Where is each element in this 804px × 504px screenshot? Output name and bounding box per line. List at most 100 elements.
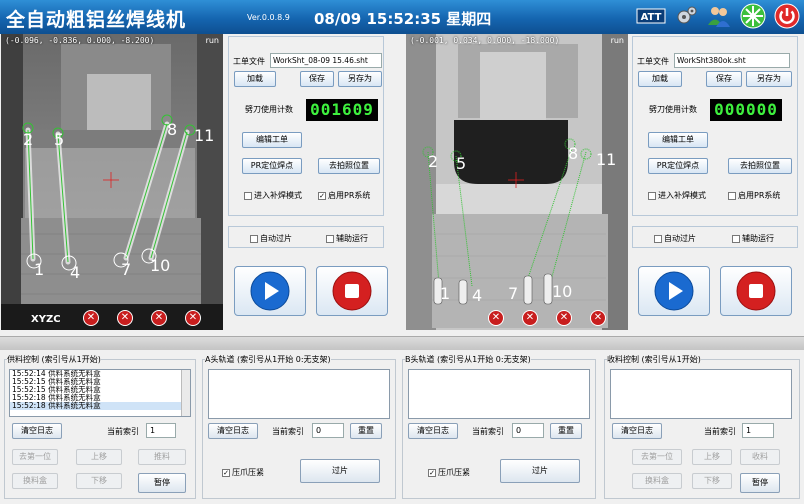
edit-order-button[interactable]: 编辑工单 xyxy=(242,132,302,148)
go-first-button[interactable]: 去第一位 xyxy=(632,449,682,465)
stop-icon xyxy=(332,271,372,311)
save-button[interactable]: 保存 xyxy=(706,71,742,87)
auto-pass-checkbox[interactable]: 自动过片 xyxy=(250,233,292,244)
load-button[interactable]: 加载 xyxy=(638,71,682,87)
push-button[interactable]: 推料 xyxy=(138,449,186,465)
checkbox-box[interactable]: ✓ xyxy=(318,191,326,200)
pause-button[interactable]: 暂停 xyxy=(740,473,780,493)
collect-button[interactable]: 收料 xyxy=(740,449,780,465)
counter-label: 劈刀使用计数 xyxy=(245,105,293,114)
save-as-button[interactable]: 另存为 xyxy=(746,71,792,87)
delete-point-button[interactable]: ✕ xyxy=(185,310,201,326)
auto-pass-checkbox[interactable]: 自动过片 xyxy=(654,233,696,244)
move-down-button[interactable]: 下移 xyxy=(76,473,122,489)
point-label: 10 xyxy=(552,282,573,301)
checkbox-box[interactable]: ✓ xyxy=(222,468,230,477)
checkbox-label: 启用PR系统 xyxy=(738,191,781,200)
delete-point-button[interactable]: ✕ xyxy=(556,310,572,326)
reset-button[interactable]: 重置 xyxy=(550,423,582,439)
checkbox-box[interactable] xyxy=(732,234,740,243)
tool-counter: 000000 xyxy=(710,99,782,121)
clamp-checkbox[interactable]: ✓ 压爪压紧 xyxy=(428,467,470,478)
clear-log-button[interactable]: 清空日志 xyxy=(612,423,662,439)
assist-run-checkbox[interactable]: 辅助运行 xyxy=(326,233,368,244)
goto-photo-button[interactable]: 去拍照位置 xyxy=(318,158,380,174)
pass-button[interactable]: 过片 xyxy=(300,459,380,483)
clear-log-button[interactable]: 清空日志 xyxy=(408,423,458,439)
repair-mode-checkbox[interactable]: 进入补焊模式 xyxy=(244,190,302,201)
index-input[interactable]: 0 xyxy=(312,423,344,438)
camera-view-right[interactable]: (-0.001, 0.034, 0.000, -18.000) run 2 5 … xyxy=(406,34,628,330)
reset-button[interactable]: 重置 xyxy=(350,423,382,439)
move-down-button[interactable]: 下移 xyxy=(692,473,732,489)
index-input[interactable]: 1 xyxy=(742,423,774,438)
delete-point-button[interactable]: ✕ xyxy=(151,310,167,326)
start-button[interactable] xyxy=(234,266,306,316)
users-icon[interactable] xyxy=(706,3,732,29)
delete-point-button[interactable]: ✕ xyxy=(522,310,538,326)
network-icon[interactable] xyxy=(740,3,766,29)
gears-icon[interactable] xyxy=(674,3,700,29)
delete-point-button[interactable]: ✕ xyxy=(488,310,504,326)
point-label: 2 xyxy=(428,152,439,171)
counter-label: 劈刀使用计数 xyxy=(649,105,697,114)
edit-order-button[interactable]: 编辑工单 xyxy=(648,132,708,148)
index-label: 当前索引 xyxy=(704,427,736,436)
checkbox-box[interactable] xyxy=(326,234,334,243)
pr-locate-button[interactable]: PR定位焊点 xyxy=(242,158,302,174)
log-scrollbar[interactable] xyxy=(181,370,190,416)
section-title: 收料控制 (索引号从1开始) xyxy=(607,354,701,365)
save-button[interactable]: 保存 xyxy=(300,71,334,87)
camera-image-left xyxy=(1,34,223,330)
delete-point-button[interactable]: ✕ xyxy=(117,310,133,326)
load-button[interactable]: 加载 xyxy=(234,71,276,87)
power-icon[interactable] xyxy=(774,3,800,29)
pr-locate-button[interactable]: PR定位焊点 xyxy=(648,158,708,174)
repair-mode-checkbox[interactable]: 进入补焊模式 xyxy=(648,190,706,201)
go-first-button[interactable]: 去第一位 xyxy=(12,449,58,465)
track-b-log-list[interactable] xyxy=(408,369,590,419)
change-box-button[interactable]: 换料盒 xyxy=(632,473,682,489)
move-up-button[interactable]: 上移 xyxy=(76,449,122,465)
goto-photo-button[interactable]: 去拍照位置 xyxy=(728,158,792,174)
stop-button[interactable] xyxy=(720,266,792,316)
checkbox-box[interactable] xyxy=(244,191,252,200)
checkbox-box[interactable] xyxy=(728,191,736,200)
save-as-button[interactable]: 另存为 xyxy=(338,71,382,87)
delete-point-button[interactable]: ✕ xyxy=(590,310,606,326)
stop-button[interactable] xyxy=(316,266,388,316)
track-a-log-list[interactable] xyxy=(208,369,390,419)
file-name-field[interactable]: WorkSht_08-09 15.46.sht xyxy=(270,53,382,68)
checkbox-label: 辅助运行 xyxy=(336,234,368,243)
checkbox-box[interactable] xyxy=(250,234,258,243)
version-label: Ver.0.0.8.9 xyxy=(247,13,290,22)
collect-log-list[interactable] xyxy=(610,369,792,419)
assist-run-checkbox[interactable]: 辅助运行 xyxy=(732,233,774,244)
camera-coords-left: (-0.096, -0.836, 0.000, -8.200) xyxy=(5,36,155,45)
camera-view-left[interactable]: (-0.096, -0.836, 0.000, -8.200) run 2 5 … xyxy=(1,34,223,330)
checkbox-box[interactable] xyxy=(654,234,662,243)
file-name-field[interactable]: WorkSht380ok.sht xyxy=(674,53,790,68)
clear-log-button[interactable]: 清空日志 xyxy=(12,423,62,439)
pause-button[interactable]: 暂停 xyxy=(138,473,186,493)
change-box-button[interactable]: 换料盒 xyxy=(12,473,58,489)
axis-label: XYZC xyxy=(31,314,61,325)
checkbox-box[interactable]: ✓ xyxy=(428,468,436,477)
feed-log-list[interactable]: 15:52:14 供料系统无料盒 15:52:15 供料系统无料盒 15:52:… xyxy=(9,369,191,417)
section-title: A头轨道 (索引号从1开始 0:无支架) xyxy=(205,354,331,365)
index-input[interactable]: 0 xyxy=(512,423,544,438)
clamp-checkbox[interactable]: ✓ 压爪压紧 xyxy=(222,467,264,478)
log-line: 15:52:18 供料系统无料盒 xyxy=(10,402,190,410)
index-input[interactable]: 1 xyxy=(146,423,176,438)
move-up-button[interactable]: 上移 xyxy=(692,449,732,465)
checkbox-box[interactable] xyxy=(648,191,656,200)
logo-icon[interactable]: ATT xyxy=(636,3,666,29)
checkbox-label: 启用PR系统 xyxy=(328,191,371,200)
enable-pr-checkbox[interactable]: ✓ 启用PR系统 xyxy=(318,190,370,201)
delete-point-button[interactable]: ✕ xyxy=(83,310,99,326)
pass-button[interactable]: 过片 xyxy=(500,459,580,483)
clear-log-button[interactable]: 清空日志 xyxy=(208,423,258,439)
enable-pr-checkbox[interactable]: 启用PR系统 xyxy=(728,190,780,201)
checkbox-label: 自动过片 xyxy=(664,234,696,243)
start-button[interactable] xyxy=(638,266,710,316)
